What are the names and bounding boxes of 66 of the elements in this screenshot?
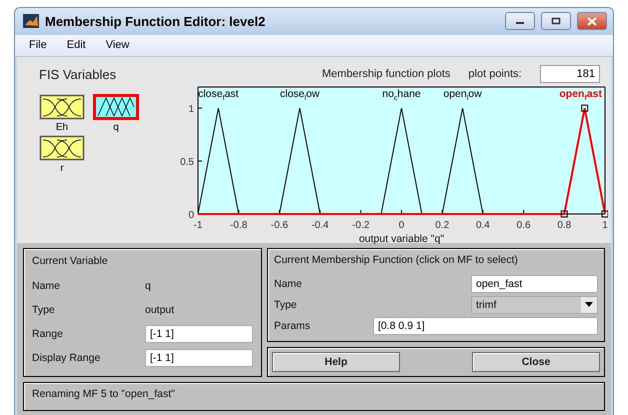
field-value: output xyxy=(145,304,176,316)
close-dialog-button[interactable]: Close xyxy=(472,352,600,372)
x-tick-label: 0.2 xyxy=(435,220,450,231)
mf-line[interactable] xyxy=(380,107,422,214)
field-value: q xyxy=(145,280,152,292)
plot-points-field[interactable]: 181 xyxy=(540,64,600,83)
x-tick-label: 1 xyxy=(602,220,608,231)
range-field[interactable]: [-1 1] xyxy=(145,349,253,367)
y-tick-label: 1 xyxy=(188,104,194,115)
variable-name: q xyxy=(113,122,119,133)
help-button[interactable]: Help xyxy=(272,352,400,372)
plot-points-label: plot points: xyxy=(468,68,522,80)
panel-title: Current Membership Function (click on MF to select) xyxy=(274,254,519,266)
field-label: Name xyxy=(274,278,302,290)
mf-type-dropdown[interactable]: trimf xyxy=(471,296,598,314)
x-tick-label: 0.8 xyxy=(557,220,572,231)
fis-variables-title: FIS Variables xyxy=(39,67,118,82)
close-button[interactable] xyxy=(577,12,607,30)
field-label: Range xyxy=(32,328,64,340)
y-tick-label: 0.5 xyxy=(180,156,194,168)
field-label: Display Range xyxy=(32,352,102,364)
x-tick-label: 0.6 xyxy=(516,220,531,231)
x-tick-label: -0.6 xyxy=(270,220,288,231)
mf-handles-drawing[interactable] xyxy=(560,104,608,218)
x-tick-label: -0.8 xyxy=(230,220,248,231)
mf-label: open$_{f}$ast xyxy=(559,88,602,102)
menu-item[interactable]: Edit xyxy=(58,37,94,54)
mf-line[interactable] xyxy=(198,106,606,215)
window-title: Membership Function Editor: level2 xyxy=(45,14,266,29)
x-tick-label: -0.2 xyxy=(352,220,370,231)
panel-title: Current Variable xyxy=(32,255,109,267)
input-variable-icon[interactable] xyxy=(39,135,85,161)
field-label: Type xyxy=(274,298,297,310)
mf-label: close$_{l}$ow xyxy=(280,88,320,102)
status-message: Renaming MF 5 to "open_fast" xyxy=(32,388,175,400)
mf-line[interactable] xyxy=(198,107,240,214)
x-tick-label: -1 xyxy=(194,220,202,231)
range-field[interactable]: [-1 1] xyxy=(145,325,253,343)
minimize-button[interactable] xyxy=(505,12,535,30)
variable-name: Eh xyxy=(56,122,68,133)
x-tick-label: 0 xyxy=(398,220,404,231)
dropdown-arrow-icon xyxy=(585,302,593,307)
field-label: Name xyxy=(32,280,62,292)
x-tick-label: -0.4 xyxy=(311,220,329,231)
mf-params-field[interactable]: [0.8 0.9 1] xyxy=(373,316,598,334)
menu-item[interactable]: File xyxy=(21,37,55,54)
variable-name: r xyxy=(60,163,64,174)
plot-title: Membership function plots xyxy=(322,68,450,80)
field-label: Type xyxy=(32,304,56,316)
mf-label: close$_{f}$ast xyxy=(198,88,239,102)
mf-label: no$_{c}$hane xyxy=(382,88,421,102)
app-logo-icon xyxy=(23,14,39,28)
x-axis-label: output variable "q" xyxy=(358,232,444,245)
maximize-icon xyxy=(551,17,561,26)
output-variable-icon[interactable] xyxy=(93,94,139,120)
mf-line[interactable] xyxy=(278,107,321,214)
x-tick-label: 0.4 xyxy=(476,220,490,231)
input-variable-icon[interactable] xyxy=(39,94,85,120)
maximize-button[interactable] xyxy=(541,12,571,30)
mf-label: open$_{l}$ow xyxy=(443,88,482,102)
mf-line[interactable] xyxy=(442,107,484,214)
close-icon xyxy=(587,16,597,26)
mf-name-field[interactable]: open_fast xyxy=(471,274,598,292)
menu-item[interactable]: View xyxy=(98,37,138,54)
y-tick-label: 0 xyxy=(188,210,194,221)
field-label: Params xyxy=(274,320,310,332)
